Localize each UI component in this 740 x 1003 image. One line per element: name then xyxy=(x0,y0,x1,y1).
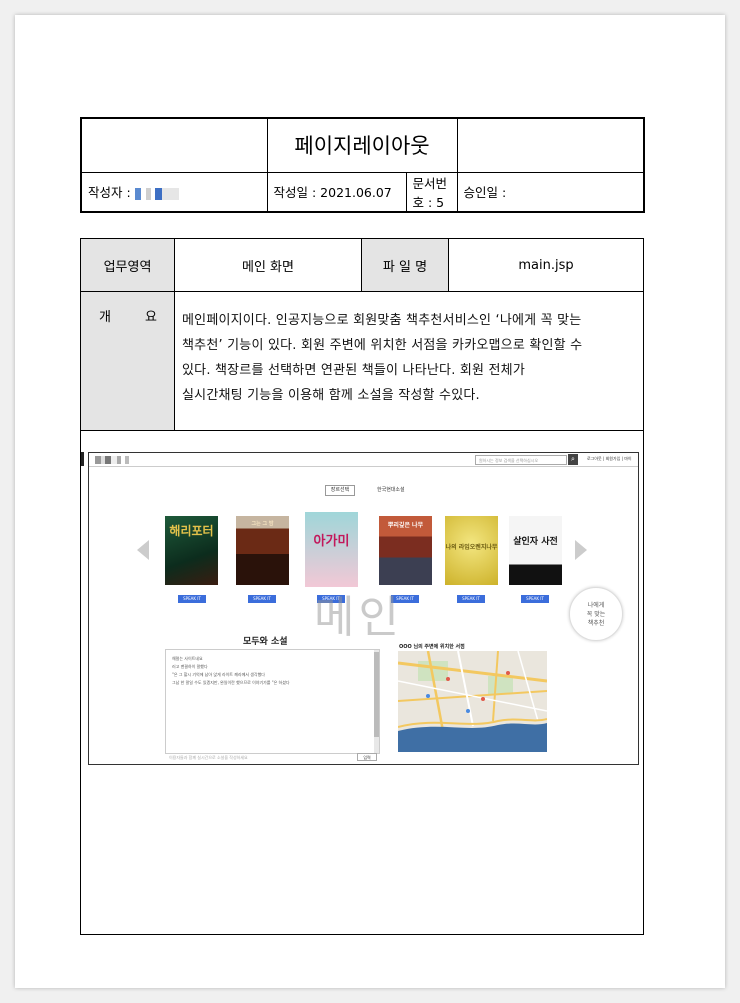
chat-message: 러고 맨결하이 말했다 xyxy=(172,664,208,669)
document-title: 페이지레이아웃 xyxy=(266,117,458,173)
approval-date-cell: 승인일 : xyxy=(456,171,645,212)
author-cell: 작성자 : xyxy=(80,171,268,212)
main-page-mockup: 원하시는 정보 검색을 선택하십시오 ⌕ 로그아웃 | 회원가입 | 마이 장르… xyxy=(88,452,639,765)
overview-row: 개 요 메인페이지이다. 인공지능으로 회원맞춤 책추천서비스인 ‘나에게 꼭 … xyxy=(81,292,643,431)
overview-label-2: 요 xyxy=(145,310,157,325)
chat-input[interactable]: 이용자들과 함께 실시간으로 소설을 작성하세요 xyxy=(169,755,248,761)
tab-genre-select[interactable]: 장르선택 xyxy=(325,485,355,496)
info-row: 업무영역 메인 화면 파 일 명 main.jsp xyxy=(81,239,643,292)
speak-button[interactable]: SPEAK IT xyxy=(457,595,485,603)
chat-section-title: 모두와 소설 xyxy=(243,637,288,647)
chat-message: 그남 한 말일 수도 있겠지만, 완일이란 했으므로 이야기가를 "은 하셨다 xyxy=(172,680,290,685)
area-label: 업무영역 xyxy=(81,239,174,291)
area-value: 메인 화면 xyxy=(242,259,294,275)
chat-scrollbar[interactable] xyxy=(374,650,379,753)
chat-log[interactable]: 해럴는 사이트네요 러고 맨결하이 말했다 "은 그 할시 기억에 남아 앉게 … xyxy=(165,649,380,754)
book-cover[interactable]: 그는 그 밤 xyxy=(236,516,289,585)
book-cover[interactable]: 뿌리깊은 나무 xyxy=(379,516,432,585)
doc-number-cell: 문서번호 : 5 xyxy=(405,171,458,212)
file-value: main.jsp xyxy=(518,257,574,273)
redacted-author-name xyxy=(134,187,179,200)
book-cover[interactable]: 해리포터 xyxy=(165,516,218,585)
search-icon[interactable]: ⌕ xyxy=(568,454,578,465)
chat-message: 해럴는 사이트네요 xyxy=(172,656,203,661)
book-cover[interactable]: 나의 라임오렌지나무 xyxy=(445,516,498,585)
bookstore-map[interactable] xyxy=(398,651,547,752)
search-input[interactable]: 원하시는 정보 검색을 선택하십시오 xyxy=(475,455,567,465)
document-header-table: 페이지레이아웃 작성자 : 작성일 : 2021.06.07 문서번호 : 5 … xyxy=(80,117,645,213)
overview-label-1: 개 xyxy=(99,310,111,325)
file-label: 파 일 명 xyxy=(362,239,448,291)
speak-button[interactable]: SPEAK IT xyxy=(521,595,549,603)
document-page: 페이지레이아웃 작성자 : 작성일 : 2021.06.07 문서번호 : 5 … xyxy=(15,15,725,988)
recommend-button[interactable]: 나에게 꼭 맞는 책추천 xyxy=(569,587,623,641)
carousel-prev-icon[interactable] xyxy=(137,540,149,560)
book-cover[interactable]: 살인자 사전 xyxy=(509,516,562,585)
map-title: OOO 님의 주변에 위치한 서점 xyxy=(399,644,465,650)
chat-message: "은 그 할시 기억에 남아 앉게 라이트 께라께서 생각했다 xyxy=(172,672,265,677)
date-cell: 작성일 : 2021.06.07 xyxy=(266,171,407,212)
tab-korean-novel[interactable]: 한국현대소설 xyxy=(377,485,405,496)
carousel-next-icon[interactable] xyxy=(575,540,587,560)
top-links[interactable]: 로그아웃 | 회원가입 | 마이 xyxy=(587,456,632,462)
mockup-logo xyxy=(95,456,131,464)
mockup-header: 원하시는 정보 검색을 선택하십시오 ⌕ 로그아웃 | 회원가입 | 마이 xyxy=(89,453,638,467)
map-graphic xyxy=(398,651,547,752)
send-button[interactable]: 입력 xyxy=(357,753,377,761)
overview-text: 메인페이지이다. 인공지능으로 회원맞춤 책추천서비스인 ‘나에게 꼭 맞는 책… xyxy=(182,313,583,403)
watermark-label: 메인 xyxy=(314,592,403,643)
speak-button[interactable]: SPEAK IT xyxy=(178,595,206,603)
book-cover[interactable]: 아가미 xyxy=(305,512,358,587)
spec-table: 업무영역 메인 화면 파 일 명 main.jsp 개 요 메인페이지이다. 인… xyxy=(80,238,644,935)
speak-button[interactable]: SPEAK IT xyxy=(248,595,276,603)
